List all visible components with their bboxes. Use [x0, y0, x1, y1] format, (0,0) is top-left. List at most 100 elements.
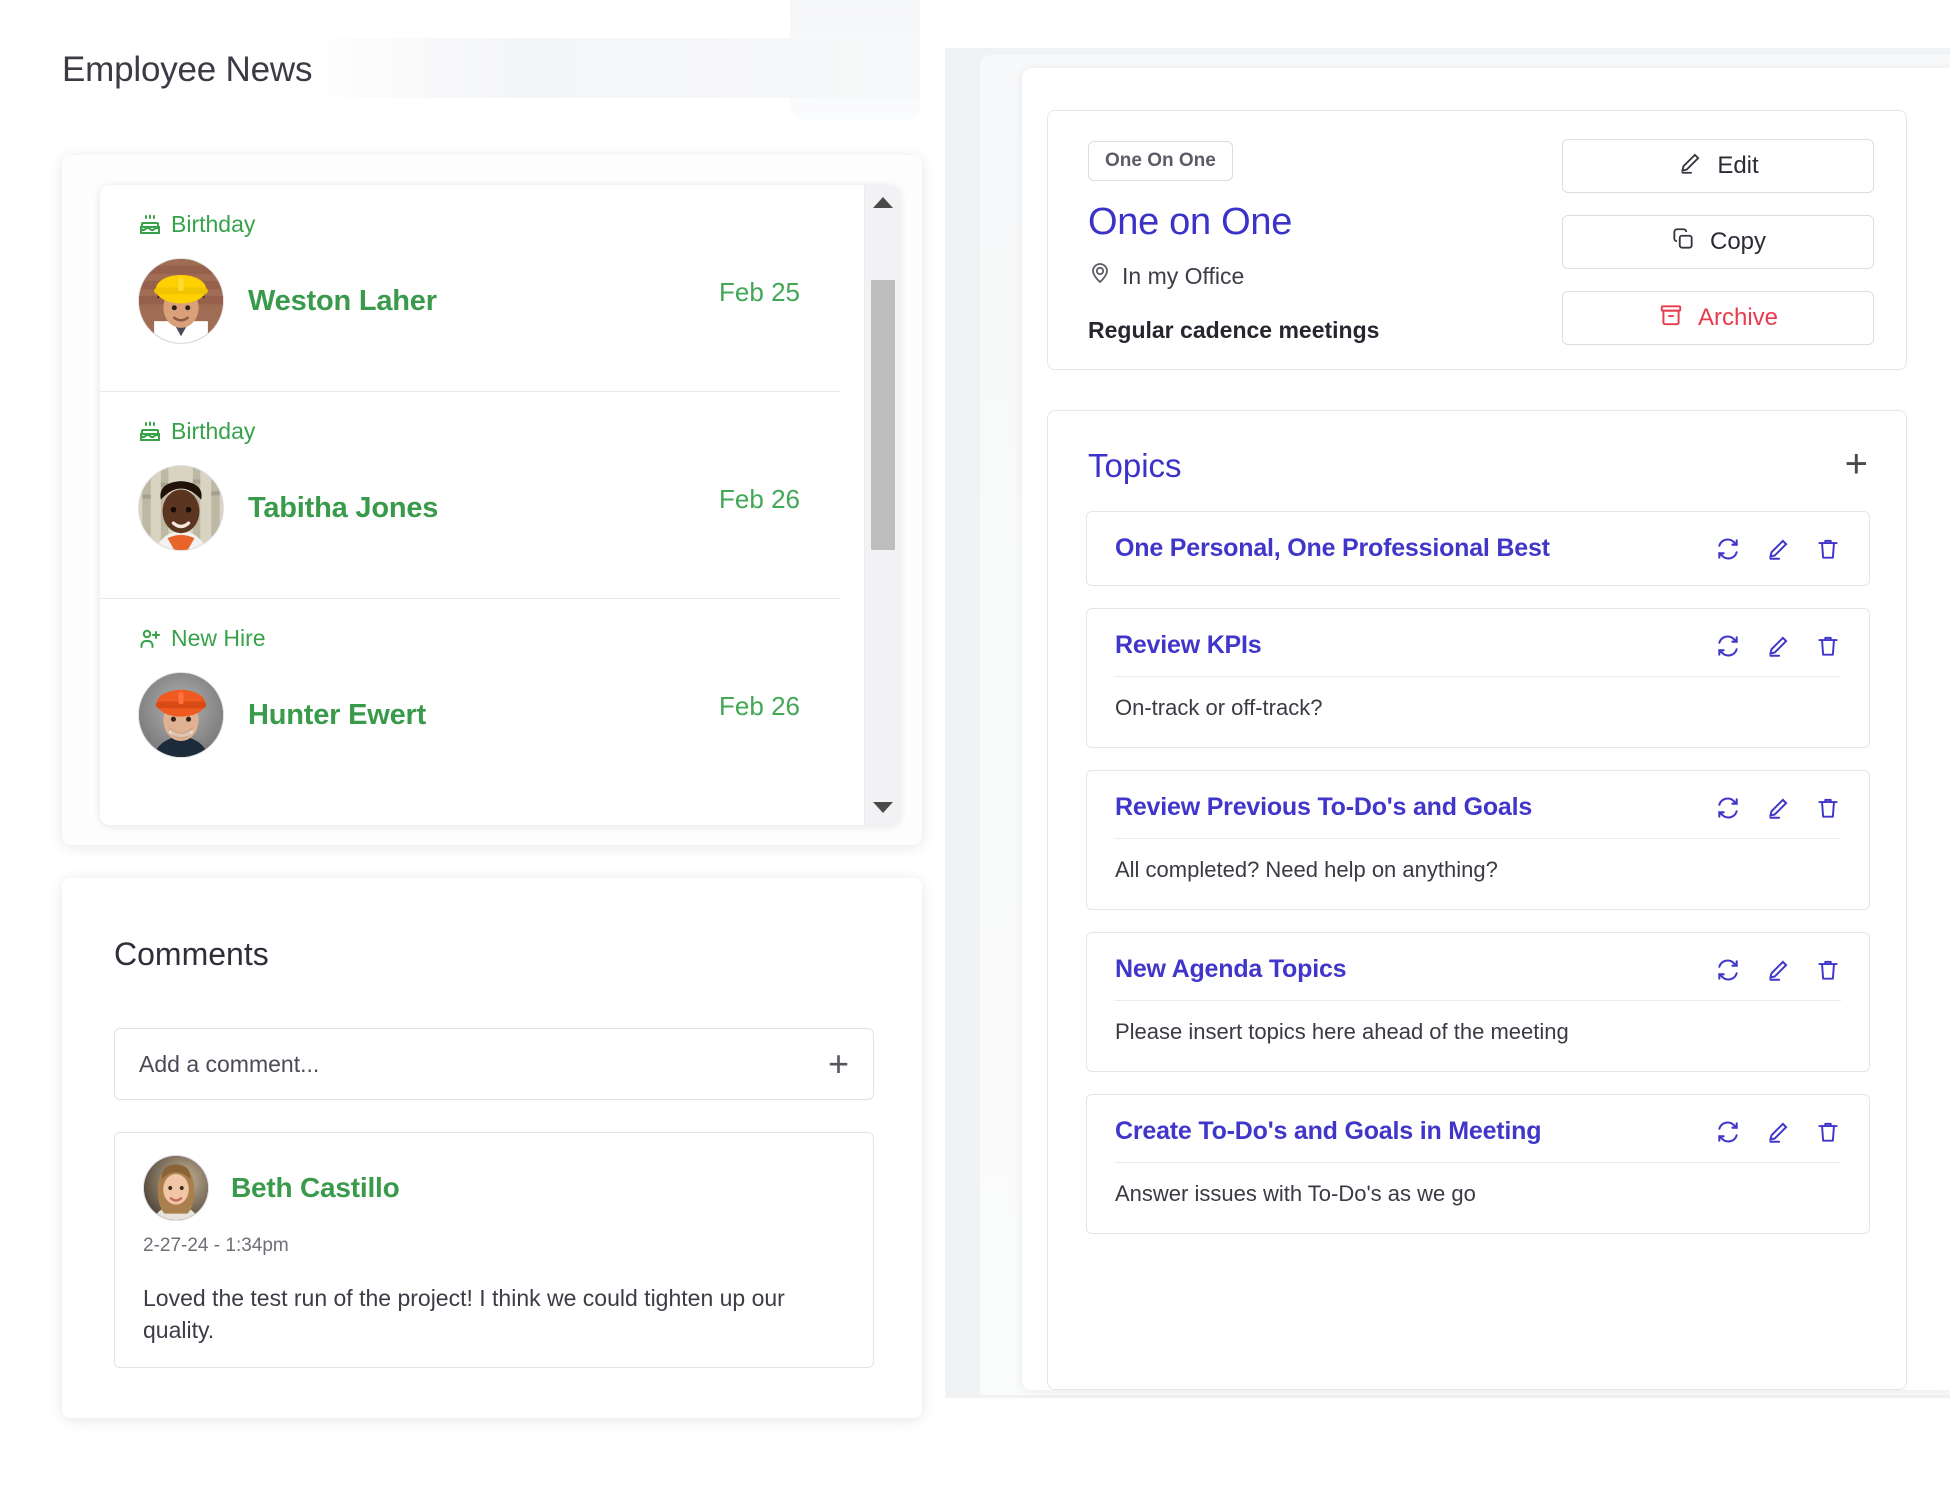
news-badge-label: New Hire	[171, 625, 266, 651]
topic-row: One Personal, One Professional Best	[1115, 534, 1841, 563]
topic-row: Review KPIs	[1115, 631, 1841, 660]
meeting-description: Regular cadence meetings	[1088, 317, 1380, 343]
topic-actions	[1715, 795, 1841, 821]
list-item[interactable]: Birthday	[100, 392, 840, 599]
news-date: Feb 26	[719, 484, 800, 514]
trash-icon[interactable]	[1815, 633, 1841, 659]
news-badge: Birthday	[138, 211, 840, 238]
triangle-down-icon[interactable]	[872, 802, 893, 813]
divider	[1115, 838, 1841, 839]
topic-row: Review Previous To-Do's and Goals	[1115, 793, 1841, 822]
page-title: Employee News	[62, 50, 313, 89]
news-date: Feb 25	[719, 277, 800, 307]
pencil-icon[interactable]	[1765, 795, 1791, 821]
news-scrollbar[interactable]	[864, 185, 900, 825]
topic-description: All completed? Need help on anything?	[1115, 857, 1498, 882]
employee-news-card: Birthday Weston Laher Feb 25 Birthday Ta…	[100, 185, 900, 825]
topic-item[interactable]: Review Previous To-Do's and Goals All co…	[1086, 770, 1870, 910]
topic-row: Create To-Do's and Goals in Meeting	[1115, 1117, 1841, 1146]
meeting-location-label: In my Office	[1122, 262, 1245, 289]
archive-button[interactable]: Archive	[1562, 291, 1874, 345]
avatar	[143, 1155, 209, 1221]
news-badge-label: Birthday	[171, 418, 256, 444]
add-comment-placeholder: Add a comment...	[139, 1050, 320, 1077]
comment-timestamp: 2-27-24 - 1:34pm	[143, 1235, 289, 1256]
cake-icon	[138, 420, 162, 444]
topic-description: Answer issues with To-Do's as we go	[1115, 1181, 1476, 1206]
topic-item[interactable]: One Personal, One Professional Best	[1086, 511, 1870, 586]
comment-header: Beth Castillo	[143, 1155, 845, 1221]
copy-button[interactable]: Copy	[1562, 215, 1874, 269]
pencil-icon[interactable]	[1765, 536, 1791, 562]
news-badge: New Hire	[138, 625, 840, 652]
avatar	[138, 258, 224, 344]
divider	[1115, 1000, 1841, 1001]
trash-icon[interactable]	[1815, 1119, 1841, 1145]
topic-item[interactable]: Create To-Do's and Goals in Meeting Answ…	[1086, 1094, 1870, 1234]
archive-button-label: Archive	[1697, 304, 1779, 331]
copy-button-label: Copy	[1709, 228, 1767, 255]
copy-icon	[1670, 226, 1696, 259]
avatar	[138, 672, 224, 758]
topic-name[interactable]: Review Previous To-Do's and Goals	[1115, 793, 1532, 822]
page-title-meeting: One on One	[1088, 201, 1293, 243]
edit-button[interactable]: Edit	[1562, 139, 1874, 193]
refresh-icon[interactable]	[1715, 536, 1741, 562]
topic-name[interactable]: One Personal, One Professional Best	[1115, 534, 1550, 563]
topic-row: New Agenda Topics	[1115, 955, 1841, 984]
cake-icon	[138, 213, 162, 237]
meeting-location: In my Office	[1088, 261, 1244, 291]
comments-card: Comments Add a comment... + Beth Castill…	[62, 878, 922, 1418]
map-pin-icon	[1088, 261, 1112, 291]
triangle-up-icon[interactable]	[872, 197, 893, 208]
person-name[interactable]: Tabitha Jones	[248, 492, 438, 525]
pencil-icon[interactable]	[1765, 1119, 1791, 1145]
trash-icon[interactable]	[1815, 795, 1841, 821]
topic-item[interactable]: Review KPIs On-track or off-track?	[1086, 608, 1870, 748]
topic-description: Please insert topics here ahead of the m…	[1115, 1019, 1569, 1044]
topic-actions	[1715, 536, 1841, 562]
refresh-icon[interactable]	[1715, 1119, 1741, 1145]
topic-item[interactable]: New Agenda Topics Please insert topics h…	[1086, 932, 1870, 1072]
comment-author[interactable]: Beth Castillo	[231, 1172, 400, 1204]
plus-icon[interactable]: +	[828, 1046, 849, 1082]
topic-name[interactable]: Create To-Do's and Goals in Meeting	[1115, 1117, 1542, 1146]
topics-list: One Personal, One Professional Best Revi…	[1086, 511, 1870, 1256]
add-comment-field[interactable]: Add a comment... +	[114, 1028, 874, 1100]
person-name[interactable]: Weston Laher	[248, 285, 437, 318]
comment-list-item: Beth Castillo 2-27-24 - 1:34pm Loved the…	[114, 1132, 874, 1368]
topics-card: Topics + One Personal, One Professional …	[1047, 410, 1907, 1390]
edit-button-label: Edit	[1717, 152, 1759, 179]
news-date: Feb 26	[719, 691, 800, 721]
topic-actions	[1715, 957, 1841, 983]
person-name[interactable]: Hunter Ewert	[248, 699, 426, 732]
app-root: Employee News Birthday Weston Laher Feb …	[0, 0, 1950, 1500]
status-badge: One On One	[1088, 141, 1233, 181]
meeting-details-card: One On One One on One In my Office Regul…	[1047, 110, 1907, 370]
pencil-icon[interactable]	[1765, 957, 1791, 983]
news-badge: Birthday	[138, 418, 840, 445]
refresh-icon[interactable]	[1715, 957, 1741, 983]
scrollbar-thumb[interactable]	[871, 280, 895, 550]
topic-name[interactable]: Review KPIs	[1115, 631, 1262, 660]
employee-news-list: Birthday Weston Laher Feb 25 Birthday Ta…	[100, 185, 840, 825]
list-item[interactable]: New Hire Hunter Ewert Feb 26	[100, 599, 840, 806]
trash-icon[interactable]	[1815, 957, 1841, 983]
archive-icon	[1658, 302, 1684, 335]
user-plus-icon	[138, 627, 162, 651]
avatar	[138, 465, 224, 551]
pencil-icon	[1677, 150, 1703, 183]
topic-actions	[1715, 633, 1841, 659]
topic-name[interactable]: New Agenda Topics	[1115, 955, 1347, 984]
trash-icon[interactable]	[1815, 536, 1841, 562]
topic-actions	[1715, 1119, 1841, 1145]
add-topic-button[interactable]: +	[1845, 444, 1868, 484]
refresh-icon[interactable]	[1715, 795, 1741, 821]
comments-title: Comments	[114, 936, 269, 972]
topics-heading: Topics	[1088, 447, 1182, 484]
pencil-icon[interactable]	[1765, 633, 1791, 659]
list-item[interactable]: Birthday	[100, 185, 840, 392]
news-badge-label: Birthday	[171, 211, 256, 237]
refresh-icon[interactable]	[1715, 633, 1741, 659]
comment-body: Loved the test run of the project! I thi…	[143, 1285, 785, 1343]
